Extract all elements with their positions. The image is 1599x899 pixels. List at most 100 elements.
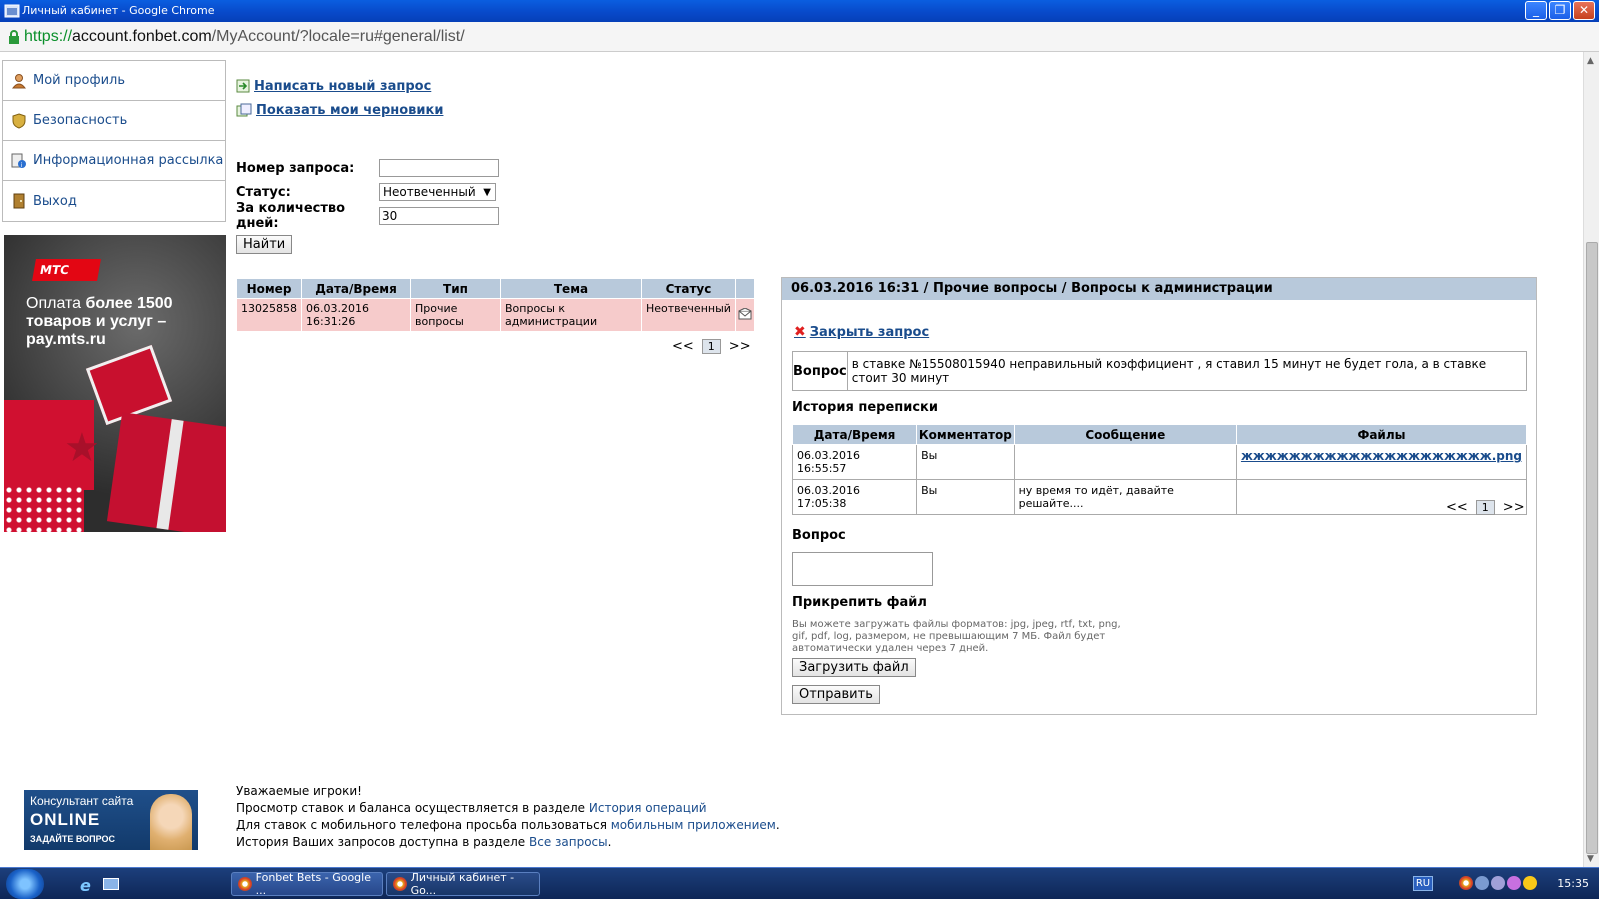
table-row: 06.03.2016 17:05:38 Вы ну время то идёт,…: [791, 479, 1528, 515]
shield-icon: [12, 112, 26, 129]
drafts-icon: [236, 103, 252, 117]
pager-prev[interactable]: <<: [1446, 500, 1468, 515]
attach-title: Прикрепить файл: [792, 595, 927, 610]
pager-next[interactable]: >>: [1503, 500, 1525, 515]
requests-table: Номер Дата/Время Тип Тема Статус 1302585…: [236, 278, 755, 332]
start-button[interactable]: [6, 869, 44, 899]
pager-next[interactable]: >>: [729, 339, 751, 354]
window-title: Личный кабинет - Google Chrome: [22, 4, 215, 17]
language-indicator[interactable]: RU: [1413, 876, 1433, 891]
new-request-link[interactable]: Написать новый запрос: [236, 74, 443, 98]
chrome-icon: [393, 877, 407, 891]
reply-textarea[interactable]: [792, 552, 933, 586]
scroll-down-icon[interactable]: ▼: [1587, 854, 1594, 864]
all-requests-link[interactable]: Все запросы: [529, 835, 608, 849]
days-input[interactable]: 30: [379, 207, 499, 225]
address-bar[interactable]: https://account.fonbet.com/MyAccount/?lo…: [0, 22, 1599, 52]
operations-history-link[interactable]: История операций: [589, 801, 707, 815]
request-topic: Вопросы к администрации: [500, 298, 642, 332]
minimize-button[interactable]: _: [1525, 1, 1547, 20]
mts-ad-banner[interactable]: МТС Оплата более 1500 товаров и услуг – …: [4, 235, 226, 532]
request-envelope-cell[interactable]: [734, 298, 755, 332]
attached-file-link[interactable]: жжжжжжжжжжжжжжжжжжжжж.png: [1235, 444, 1528, 480]
table-row: 06.03.2016 16:55:57 Вы жжжжжжжжжжжжжжжжж…: [791, 444, 1528, 480]
scroll-up-icon[interactable]: ▲: [1587, 56, 1594, 66]
status-select[interactable]: Неотвеченный ▼: [379, 183, 496, 201]
show-desktop-icon[interactable]: [103, 878, 119, 890]
request-type: Прочие вопросы: [410, 298, 501, 332]
url-text[interactable]: https://account.fonbet.com/MyAccount/?lo…: [24, 28, 465, 46]
history-title: История переписки: [792, 400, 938, 415]
pager-prev[interactable]: <<: [672, 339, 694, 354]
footer-notice: Уважаемые игроки! Просмотр ставок и бала…: [236, 784, 780, 849]
newsletter-icon: i: [11, 153, 26, 169]
star-decoration: ★: [64, 425, 100, 471]
restore-button[interactable]: ❐: [1549, 1, 1571, 20]
menu-item-label: Информационная рассылка: [33, 153, 224, 168]
question-label: Вопрос: [793, 352, 848, 390]
request-number: 13025858: [236, 298, 302, 332]
request-detail-header: 06.03.2016 16:31 / Прочие вопросы / Вопр…: [782, 278, 1536, 300]
menu-item-logout[interactable]: Выход: [3, 181, 225, 221]
days-label: За количество дней:: [236, 201, 346, 231]
send-button[interactable]: Отправить: [792, 685, 880, 704]
upload-file-button[interactable]: Загрузить файл: [792, 658, 916, 677]
taskbar-item-fonbet-bets[interactable]: Fonbet Bets - Google ...: [231, 871, 383, 897]
request-datetime: 06.03.2016 16:31:26: [301, 298, 411, 332]
page-scrollbar[interactable]: ▲ ▼: [1583, 52, 1599, 867]
pager-current[interactable]: 1: [701, 339, 721, 354]
drafts-link[interactable]: Показать мои черновики: [236, 98, 443, 122]
tray-icons: [1459, 876, 1537, 890]
request-number-label: Номер запроса:: [236, 160, 355, 176]
request-filter-form: Номер запроса: Статус: Неотвеченный ▼ За…: [236, 156, 499, 231]
menu-item-security[interactable]: Безопасность: [3, 101, 225, 141]
menu-item-label: Безопасность: [33, 113, 128, 128]
window-titlebar: Личный кабинет - Google Chrome _ ❐ ✕: [0, 0, 1599, 22]
consultant-avatar: [150, 794, 192, 850]
exit-icon: [13, 193, 25, 209]
mobile-app-link[interactable]: мобильным приложением: [611, 818, 776, 832]
menu-item-label: Выход: [33, 193, 77, 209]
column-header: Тема: [500, 278, 642, 299]
find-button[interactable]: Найти: [236, 235, 293, 254]
request-actions: Написать новый запрос Показать мои черно…: [236, 74, 443, 122]
lock-icon: [9, 30, 19, 44]
attach-hint: Вы можете загружать файлы форматов: jpg,…: [792, 619, 1121, 654]
system-tray: RU 15:35: [1399, 868, 1599, 899]
requests-pager: << 1 >>: [672, 339, 751, 354]
scrollbar-thumb[interactable]: [1586, 242, 1598, 854]
envelope-icon: [738, 306, 752, 319]
close-request-link[interactable]: ✖ Закрыть запрос: [794, 324, 929, 340]
column-header: [734, 278, 755, 299]
gift-decoration: [106, 412, 226, 532]
network-tray-icon[interactable]: [1475, 876, 1489, 890]
app-icon: [4, 4, 20, 18]
volume-tray-icon[interactable]: [1491, 876, 1505, 890]
pen-tray-icon[interactable]: [1507, 876, 1521, 890]
close-window-button[interactable]: ✕: [1573, 1, 1595, 20]
clock: 15:35: [1557, 877, 1589, 890]
windows-taskbar: e Fonbet Bets - Google ... Личный кабине…: [0, 867, 1599, 899]
menu-item-label: Мой профиль: [33, 73, 125, 88]
chrome-tray-icon[interactable]: [1459, 876, 1473, 890]
internet-explorer-icon[interactable]: e: [80, 876, 91, 895]
question-box: Вопрос в ставке №15508015940 неправильны…: [792, 351, 1527, 391]
request-number-input[interactable]: [379, 159, 499, 177]
menu-item-newsletter[interactable]: i Информационная рассылка: [3, 141, 225, 181]
window-controls: _ ❐ ✕: [1525, 1, 1595, 20]
ad-text: Оплата более 1500 товаров и услуг – pay.…: [26, 295, 173, 348]
online-consultant-widget[interactable]: Консультант сайта ONLINE ЗАДАЙТЕ ВОПРОС: [24, 790, 198, 850]
smiley-tray-icon[interactable]: [1523, 876, 1537, 890]
column-header: Дата/Время: [791, 424, 918, 445]
column-header: Дата/Время: [301, 278, 411, 299]
table-row[interactable]: 13025858 06.03.2016 16:31:26 Прочие вопрос…: [236, 298, 755, 332]
menu-item-profile[interactable]: Мой профиль: [3, 61, 225, 101]
column-header: Номер: [236, 278, 302, 299]
taskbar-item-account[interactable]: Личный кабинет - Go...: [386, 871, 540, 897]
pager-current[interactable]: 1: [1475, 500, 1495, 515]
status-label: Статус:: [236, 184, 291, 200]
dropdown-arrow-icon: ▼: [483, 187, 491, 198]
question-text: в ставке №15508015940 неправильный коэфф…: [851, 357, 1487, 385]
user-icon: [11, 73, 27, 88]
column-header: Сообщение: [1013, 424, 1237, 445]
